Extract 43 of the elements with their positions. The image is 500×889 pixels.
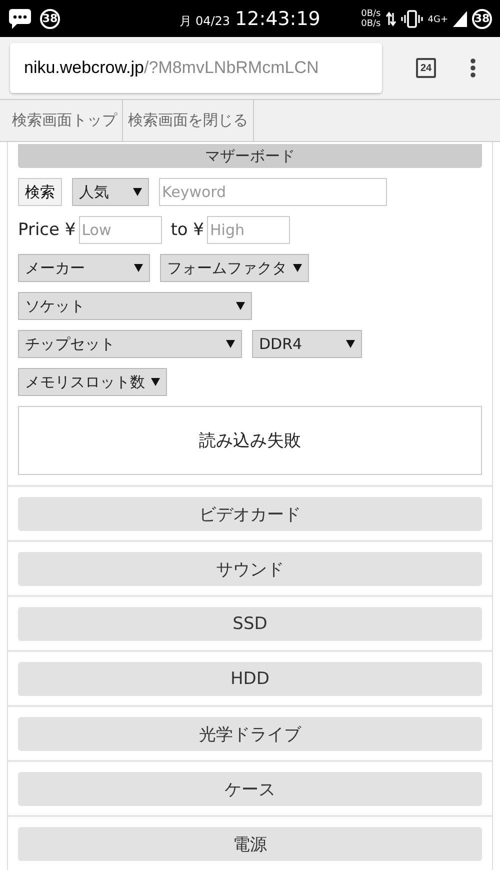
category-button[interactable]: 電源 — [18, 827, 482, 861]
dropdown[interactable]: ソケット — [18, 292, 252, 320]
category-header: マザーボード — [18, 144, 482, 168]
data-transfer-icon — [386, 10, 396, 26]
menu-icon[interactable] — [470, 58, 476, 78]
caret-icon — [293, 264, 302, 272]
category-button[interactable]: SSD — [18, 607, 482, 641]
signal-icon — [453, 10, 467, 26]
price-min-field[interactable]: Low — [78, 216, 162, 244]
keyword-field[interactable]: Keyword — [159, 178, 387, 206]
status-date: 月 04/23 — [180, 12, 230, 30]
category-button[interactable]: サウンド — [18, 552, 482, 586]
search-button[interactable]: 検索 — [18, 178, 62, 206]
price-label: Price ¥ — [18, 220, 76, 240]
caret-icon — [151, 378, 160, 386]
category-button[interactable]: HDD — [18, 662, 482, 696]
vibrate-icon — [400, 10, 423, 28]
download-rate: 0B/s — [361, 18, 381, 28]
dropdown[interactable]: DDR4 — [252, 330, 362, 358]
caret-icon — [133, 188, 142, 196]
caret-icon — [346, 340, 355, 348]
upload-rate: 0B/s — [361, 8, 381, 18]
network-type: 4G+ — [428, 14, 448, 24]
notification-count: 38 — [40, 8, 60, 28]
dropdown[interactable]: 人気 — [72, 178, 149, 206]
dropdown[interactable]: フォームファクタ — [160, 254, 309, 282]
category-button[interactable]: ケース — [18, 772, 482, 806]
tab-switcher-button[interactable]: 24 — [416, 58, 436, 78]
category-button[interactable]: ビデオカード — [18, 497, 482, 531]
chat-icon — [8, 8, 32, 30]
battery-level: 38 — [472, 8, 492, 28]
caret-icon — [236, 302, 245, 310]
error-message: 読み込み失敗 — [18, 406, 482, 475]
price-to-label: to ¥ — [170, 220, 204, 240]
address-field[interactable]: niku.webcrow.jp/?M8mvLNbRMcmLCN — [10, 43, 382, 93]
caret-icon — [134, 264, 143, 272]
dropdown[interactable]: メーカー — [18, 254, 150, 282]
category-button[interactable]: 光学ドライブ — [18, 717, 482, 751]
dropdown[interactable]: メモリスロット数 — [18, 368, 167, 396]
status-time: 12:43:19 — [235, 8, 320, 30]
caret-icon — [226, 340, 235, 348]
dropdown[interactable]: チップセット — [18, 330, 242, 358]
price-max-field[interactable]: High — [207, 216, 290, 244]
